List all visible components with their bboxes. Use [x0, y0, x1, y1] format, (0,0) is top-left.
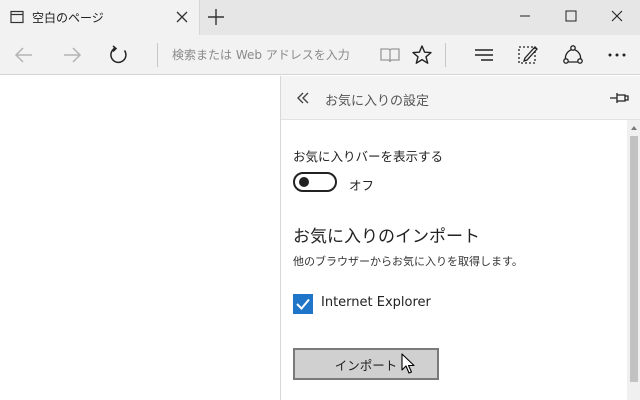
pin-icon[interactable]	[609, 90, 629, 106]
address-bar[interactable]: 検索または Web アドレスを入力	[172, 46, 350, 63]
page-icon	[10, 9, 24, 24]
import-description: 他のブラウザーからお気に入りを取得します。	[293, 255, 523, 268]
toggle-knob	[299, 177, 309, 187]
toolbar-divider	[157, 43, 158, 67]
panel-scrollbar[interactable]	[627, 120, 640, 400]
plus-icon[interactable]	[205, 6, 227, 28]
panel-header: お気に入りの設定	[281, 76, 640, 120]
toolbar-divider-2	[445, 43, 446, 67]
web-note-icon[interactable]	[508, 35, 548, 75]
favorites-bar-toggle[interactable]	[293, 172, 337, 192]
favorites-settings-panel: お気に入りの設定 お気に入りバーを表示する オフ お気に入りのインポート 他のブ…	[280, 76, 640, 400]
title-bar: 空白のページ	[0, 0, 640, 35]
tab-blank-page[interactable]: 空白のページ	[0, 0, 200, 35]
navigation-toolbar: 検索または Web アドレスを入力	[0, 35, 640, 75]
toggle-state-label: オフ	[349, 178, 375, 193]
close-icon[interactable]	[172, 7, 192, 27]
page-content	[0, 76, 280, 400]
close-window-icon[interactable]	[594, 0, 640, 32]
scroll-up-arrow-icon[interactable]	[627, 120, 640, 134]
share-icon[interactable]	[553, 35, 593, 75]
internet-explorer-checkbox[interactable]	[293, 294, 313, 314]
internet-explorer-label[interactable]: Internet Explorer	[321, 295, 431, 310]
import-button[interactable]: インポート	[293, 348, 439, 380]
panel-title: お気に入りの設定	[325, 94, 430, 109]
hub-icon[interactable]	[464, 35, 504, 75]
scroll-thumb[interactable]	[630, 136, 638, 382]
import-heading: お気に入りのインポート	[293, 227, 480, 247]
double-chevron-left-icon[interactable]	[293, 88, 313, 108]
minimize-icon[interactable]	[502, 0, 548, 32]
tab-title: 空白のページ	[32, 11, 104, 25]
maximize-icon[interactable]	[548, 0, 594, 32]
mouse-cursor-icon	[401, 353, 417, 375]
checkmark-icon	[296, 298, 310, 310]
favorites-bar-label: お気に入りバーを表示する	[293, 149, 444, 164]
refresh-icon[interactable]	[99, 35, 139, 75]
more-icon[interactable]	[597, 35, 637, 75]
back-arrow-icon[interactable]	[4, 35, 44, 75]
star-icon[interactable]	[402, 35, 442, 75]
forward-arrow-icon[interactable]	[52, 35, 92, 75]
